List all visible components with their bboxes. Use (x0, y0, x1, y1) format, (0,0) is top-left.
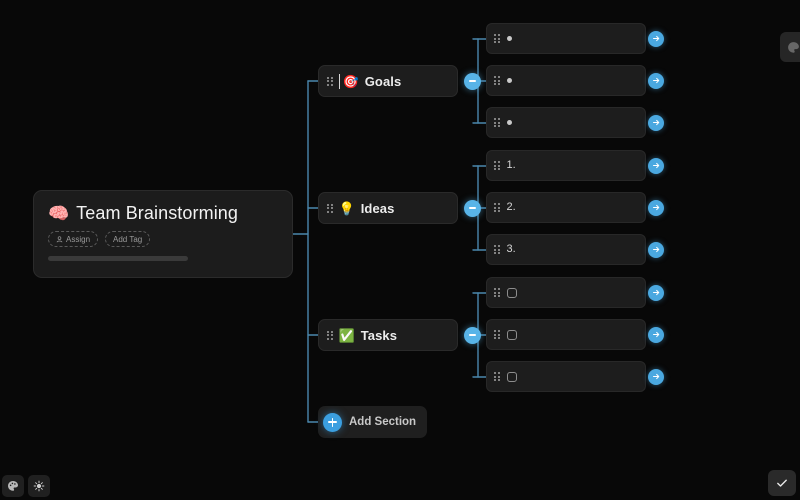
mindmap-canvas[interactable]: 🧠 Team Brainstorming Assign Add Tag 🎯 Go… (0, 0, 800, 500)
section-node-goals[interactable]: 🎯 Goals (318, 65, 458, 97)
bullet-icon (506, 36, 512, 41)
assign-button[interactable]: Assign (48, 231, 99, 247)
arrow-right-icon (652, 77, 659, 84)
add-tag-button[interactable]: Add Tag (105, 231, 151, 247)
light-bulb-emoji: 💡 (338, 200, 355, 216)
list-item[interactable] (486, 65, 646, 96)
list-item[interactable]: 3. (486, 234, 646, 265)
drag-handle-icon[interactable] (327, 330, 333, 340)
item-action-button[interactable] (648, 368, 664, 385)
drag-handle-icon[interactable] (494, 245, 500, 254)
item-action-button[interactable] (648, 72, 664, 89)
checkbox[interactable] (506, 329, 517, 340)
section-label: Goals (364, 73, 402, 89)
collapse-toggle-goals[interactable] (464, 72, 481, 90)
list-number: 2. (506, 201, 516, 213)
checkbox[interactable] (506, 371, 517, 382)
top-right-floating-panel[interactable] (780, 32, 800, 62)
confirm-button[interactable] (768, 470, 796, 496)
list-item[interactable]: 2. (486, 192, 646, 223)
list-item[interactable] (486, 23, 646, 54)
collapse-toggle-tasks[interactable] (464, 326, 481, 344)
drag-handle-icon[interactable] (494, 118, 500, 127)
check-mark-button-emoji: ✅ (338, 327, 355, 343)
list-item[interactable]: 1. (486, 150, 646, 181)
arrow-right-icon (652, 289, 659, 296)
drag-handle-icon[interactable] (327, 203, 333, 213)
root-title: Team Brainstorming (76, 203, 239, 223)
brightness-toggle-button[interactable] (28, 475, 50, 497)
item-action-button[interactable] (648, 326, 664, 343)
palette-icon (8, 481, 18, 491)
check-icon (777, 479, 787, 487)
list-number: 1. (506, 159, 516, 171)
plus-icon (323, 412, 342, 432)
direct-hit-emoji: 🎯 (342, 73, 359, 89)
root-description-placeholder[interactable] (48, 256, 188, 261)
drag-handle-icon[interactable] (494, 330, 500, 339)
item-action-button[interactable] (648, 241, 664, 258)
add-section-button[interactable]: Add Section (318, 406, 428, 438)
list-item[interactable] (486, 107, 646, 138)
add-section-label: Add Section (349, 416, 417, 428)
item-action-button[interactable] (648, 114, 664, 131)
theme-palette-button[interactable] (2, 475, 24, 497)
list-item[interactable] (486, 277, 646, 308)
arrow-right-icon (652, 119, 659, 126)
root-title-row: 🧠 Team Brainstorming (48, 203, 278, 224)
section-node-ideas[interactable]: 💡 Ideas (318, 192, 458, 224)
arrow-right-icon (652, 246, 659, 253)
arrow-right-icon (652, 35, 659, 42)
drag-handle-icon[interactable] (494, 203, 500, 212)
item-action-button[interactable] (648, 284, 664, 301)
text-caret (338, 73, 340, 89)
list-item[interactable] (486, 319, 646, 350)
brightness-sun-icon (33, 480, 45, 492)
list-item[interactable] (486, 361, 646, 392)
arrow-right-icon (652, 162, 659, 169)
add-tag-label: Add Tag (113, 234, 143, 244)
arrow-right-icon (652, 331, 659, 338)
item-action-button[interactable] (648, 157, 664, 174)
section-label: Tasks (360, 327, 398, 343)
item-action-button[interactable] (648, 199, 664, 216)
arrow-right-icon (652, 204, 659, 211)
item-action-button[interactable] (648, 30, 664, 47)
root-tag-row: Assign Add Tag (48, 231, 278, 247)
arrow-right-icon (652, 373, 659, 380)
drag-handle-icon[interactable] (494, 288, 500, 297)
collapse-toggle-ideas[interactable] (464, 199, 481, 217)
brain-emoji: 🧠 (48, 204, 70, 223)
assign-label: Assign (66, 234, 91, 244)
bullet-icon (506, 120, 512, 125)
drag-handle-icon[interactable] (494, 161, 500, 170)
bullet-icon (506, 78, 512, 83)
bottom-left-toolbar (2, 475, 50, 497)
list-number: 3. (506, 243, 516, 255)
root-node[interactable]: 🧠 Team Brainstorming Assign Add Tag (33, 190, 293, 278)
drag-handle-icon[interactable] (494, 34, 500, 43)
checkbox[interactable] (506, 287, 517, 298)
person-icon (56, 235, 63, 242)
drag-handle-icon[interactable] (494, 76, 500, 85)
palette-icon (787, 41, 799, 53)
drag-handle-icon[interactable] (327, 76, 333, 86)
drag-handle-icon[interactable] (494, 372, 500, 381)
section-label: Ideas (360, 200, 395, 216)
section-node-tasks[interactable]: ✅ Tasks (318, 319, 458, 351)
